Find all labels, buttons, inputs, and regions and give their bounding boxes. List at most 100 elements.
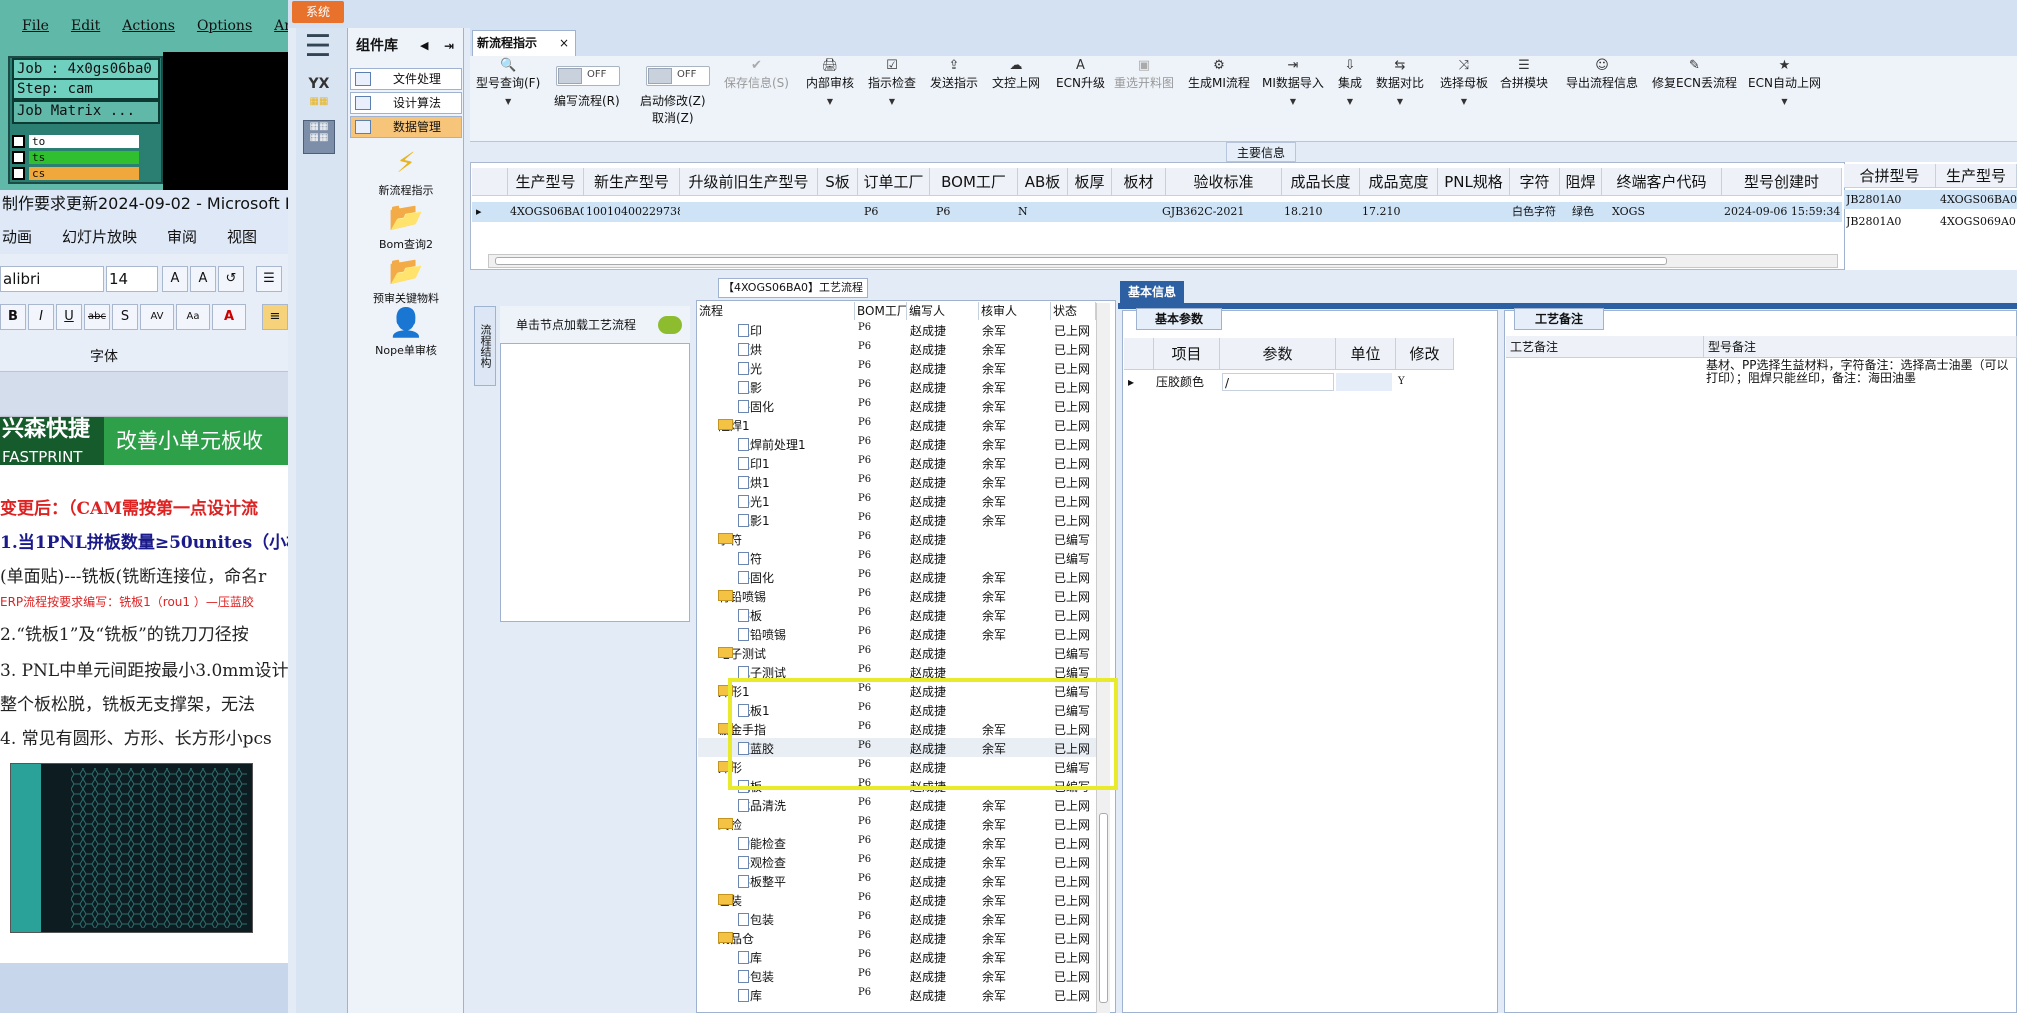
tree-node[interactable]: 预烘 P6 赵成捷 余军 已上网 xyxy=(698,339,1100,358)
tree-node[interactable]: 出库 P6 赵成捷 余军 已上网 xyxy=(698,985,1100,1004)
comp-item-data-management[interactable]: 数据管理 xyxy=(350,116,462,138)
ppt-tab-animation[interactable]: 动画 xyxy=(2,226,32,247)
bom-query2-tool[interactable]: 📂 Bom查询2 xyxy=(352,200,460,252)
clear-format-button[interactable]: ↺ xyxy=(218,266,244,292)
tree-node[interactable]: −终检P6赵成捷余军已上网 xyxy=(698,814,1100,833)
system-button[interactable]: 系统 xyxy=(292,1,344,23)
tree-node[interactable]: −阻焊1P6赵成捷余军已上网 xyxy=(698,415,1100,434)
craft-notes-tab[interactable]: 工艺备注 xyxy=(1514,308,1604,330)
table-cell[interactable]: / xyxy=(1222,373,1334,391)
grid-header[interactable]: 生产型号 xyxy=(508,168,584,196)
table-cell[interactable]: 10010400229738 xyxy=(586,202,680,221)
layer-row[interactable]: cs xyxy=(12,166,142,181)
vertical-scrollbar[interactable] xyxy=(1096,303,1110,1013)
generate-mi-flow-button[interactable]: ⚙ 生成MI流程 xyxy=(1188,58,1250,91)
grid-header[interactable]: 验收标准 xyxy=(1166,168,1282,196)
data-compare-button[interactable]: ⇆ 数据对比 ▼ xyxy=(1376,58,1424,106)
basic-params-tab[interactable]: 基本参数 xyxy=(1136,308,1222,330)
yx-app-icon[interactable]: YX ▦▦ xyxy=(302,76,336,108)
ecn-upgrade-button[interactable]: A ECN升级 xyxy=(1056,58,1105,91)
shrink-font-button[interactable]: A xyxy=(190,266,216,292)
change-case-button[interactable]: Aa xyxy=(176,304,210,330)
tree-node[interactable]: 外包装 P6 赵成捷 余军 已上网 xyxy=(698,966,1100,985)
close-tab-icon[interactable]: × xyxy=(559,31,569,55)
table-cell[interactable]: 4XOGS06BA0 xyxy=(510,202,584,221)
integrate-button[interactable]: ⇩ 集成 ▼ xyxy=(1338,58,1362,106)
model-query-button[interactable]: 🔍 型号查询(F) ▼ xyxy=(476,58,540,106)
tree-node[interactable]: 丝印 P6 赵成捷 余军 已上网 xyxy=(698,320,1100,339)
italic-button[interactable]: I xyxy=(28,304,54,330)
tree-header[interactable]: 状态 xyxy=(1051,302,1096,320)
tree-node[interactable]: 烘板 P6 赵成捷 余军 已上网 xyxy=(698,605,1100,624)
tree-node[interactable]: 终固化 P6 赵成捷 余军 已上网 xyxy=(698,396,1100,415)
comp-item-design-algorithm[interactable]: 设计算法 xyxy=(350,92,462,114)
grid-header[interactable]: 阻焊 xyxy=(1560,168,1602,196)
tree-node[interactable]: −电子测试P6赵成捷已编写 xyxy=(698,643,1100,662)
tree-header[interactable]: BOM工厂 xyxy=(855,302,907,320)
cam-menu-file[interactable]: File xyxy=(22,18,49,34)
grid-header[interactable]: 终端客户代码 xyxy=(1602,168,1722,196)
layer-checkbox[interactable] xyxy=(12,150,25,164)
tree-header[interactable]: 流程 xyxy=(697,302,855,320)
cam-menu-actions[interactable]: Actions xyxy=(122,18,175,34)
cam-graphics-area[interactable] xyxy=(163,52,288,190)
tree-node[interactable]: −成品仓P6赵成捷余军已上网 xyxy=(698,928,1100,947)
flow-structure-side-tab[interactable]: 流程结构 xyxy=(474,306,496,386)
tree-node[interactable]: 字符 P6 赵成捷 已编写 xyxy=(698,548,1100,567)
send-instruction-button[interactable]: ⇪ 发送指示 xyxy=(930,58,978,91)
calculator-icon[interactable]: ▦▦ ▦▦ xyxy=(303,120,335,154)
bullets-button[interactable]: ☰ xyxy=(256,266,282,292)
ppt-tab-slideshow[interactable]: 幻灯片放映 xyxy=(62,226,137,247)
export-flow-info-button[interactable]: ☺ 导出流程信息 xyxy=(1566,58,1638,91)
grid-header[interactable]: 新生产型号 xyxy=(584,168,680,196)
tree-node[interactable]: 内包装 P6 赵成捷 余军 已上网 xyxy=(698,909,1100,928)
tree-node[interactable]: 丝印1 P6 赵成捷 余军 已上网 xyxy=(698,453,1100,472)
tab-new-flow-instruction[interactable]: 新流程指示 × xyxy=(472,30,576,56)
tree-node[interactable]: 显影 P6 赵成捷 余军 已上网 xyxy=(698,377,1100,396)
tree-node[interactable]: 显影1 P6 赵成捷 余军 已上网 xyxy=(698,510,1100,529)
font-size-select[interactable]: 14 xyxy=(106,266,158,292)
layer-row[interactable]: ts xyxy=(12,150,142,165)
pre-review-material-tool[interactable]: 📂 预审关键物料 xyxy=(352,254,460,306)
table-cell[interactable]: 压胶颜色 xyxy=(1156,373,1220,391)
model-note-text[interactable]: 基材、PP选择生益材料，字符备注：选择高士油墨（可以打印）；阻焊只能丝印，备注：… xyxy=(1706,359,2017,399)
table-cell[interactable]: N xyxy=(1018,202,1068,221)
table-cell[interactable]: JB2801A0 xyxy=(1846,212,1934,231)
shadow-button[interactable]: S xyxy=(112,304,138,330)
instruction-check-button[interactable]: ☑ 指示检查 ▼ xyxy=(868,58,916,106)
tree-node[interactable]: −包装P6赵成捷余军已上网 xyxy=(698,890,1100,909)
pin-icon[interactable]: ⇥ xyxy=(444,32,454,60)
cam-menu-options[interactable]: Options xyxy=(197,18,252,34)
table-cell[interactable]: 4XOGS069A0 xyxy=(1940,212,2017,231)
font-name-select[interactable]: alibri xyxy=(0,266,104,292)
grid-header[interactable]: 型号创建时 xyxy=(1722,168,1842,196)
internal-review-button[interactable]: 🖨 内部审核 ▼ xyxy=(806,58,854,106)
char-spacing-button[interactable]: AV xyxy=(140,304,174,330)
doc-control-online-button[interactable]: ☁ 文控上网 xyxy=(992,58,1040,91)
table-cell[interactable]: P6 xyxy=(936,202,1016,221)
grid-header[interactable]: 字符 xyxy=(1510,168,1560,196)
ppt-tab-review[interactable]: 审阅 xyxy=(167,226,197,247)
grid-header[interactable]: PNL规格 xyxy=(1438,168,1510,196)
tree-node[interactable]: 成品清洗 P6 赵成捷 余军 已上网 xyxy=(698,795,1100,814)
table-cell[interactable]: Y xyxy=(1396,373,1452,391)
table-cell[interactable]: P6 xyxy=(860,202,930,221)
new-flow-instruction-tool[interactable]: ⚡ 新流程指示 xyxy=(352,146,460,198)
align-left-button[interactable]: ≡ xyxy=(262,304,288,330)
table-cell[interactable]: 17.210 xyxy=(1362,202,1436,221)
collapse-arrow-icon[interactable]: ◀ xyxy=(420,32,428,60)
reselect-cutting-diagram-button[interactable]: ▣ 重选开料图 xyxy=(1114,58,1174,91)
table-cell[interactable]: JB2801A0 xyxy=(1846,190,1934,209)
font-color-button[interactable]: A xyxy=(212,304,246,330)
horizontal-scrollbar[interactable] xyxy=(488,254,1838,268)
comp-item-file-processing[interactable]: 文件处理 xyxy=(350,68,462,90)
grid-header[interactable]: 升级前旧生产型号 xyxy=(680,168,818,196)
select-mother-board-button[interactable]: ⤨ 选择母板 ▼ xyxy=(1440,58,1488,106)
grid-header[interactable]: 板厚 xyxy=(1068,168,1112,196)
grid-header[interactable]: 生产型号 xyxy=(1936,164,2017,188)
tree-node[interactable]: −有铅喷锡P6赵成捷余军已上网 xyxy=(698,586,1100,605)
table-cell[interactable]: GJB362C-2021 xyxy=(1162,202,1278,221)
grid-header[interactable]: 合拼型号 xyxy=(1844,164,1936,188)
ppt-tab-view[interactable]: 视图 xyxy=(227,226,257,247)
grid-header[interactable]: 成品宽度 xyxy=(1360,168,1438,196)
